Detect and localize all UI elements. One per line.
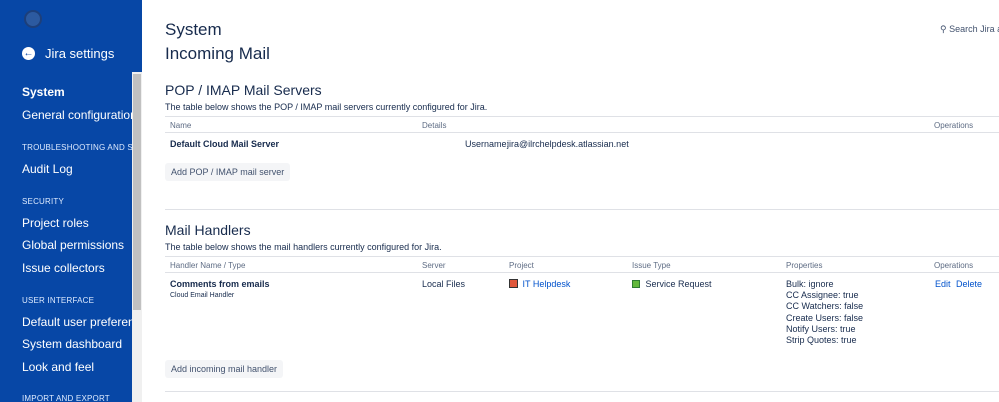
property-item: Notify Users: true [786,323,856,334]
pop-imap-description: The table below shows the POP / IMAP mai… [165,102,488,112]
sidebar-item-issue-collectors[interactable]: Issue collectors [22,261,105,275]
col-details: Details [422,121,447,130]
delete-handler-link[interactable]: Delete [956,279,982,289]
username-label: Username: [465,139,510,149]
project-cell: IT Helpdesk [509,279,570,289]
col-project: Project [509,261,534,270]
pop-imap-heading: POP / IMAP Mail Servers [165,82,322,98]
sidebar-section-troubleshooting: TROUBLESHOOTING AND SUPP... [22,143,142,152]
sidebar: ← Jira settings System General configura… [0,0,142,402]
col-operations: Operations [934,261,974,270]
project-link[interactable]: IT Helpdesk [523,279,571,289]
sidebar-item-default-user-preferences[interactable]: Default user preferences [22,315,142,329]
main-content: System Incoming Mail ⚲ Search Jira ad PO… [165,0,999,402]
handler-server: Local Files [422,279,466,289]
sidebar-scrollbar[interactable] [132,72,142,402]
sidebar-item-global-permissions[interactable]: Global permissions [22,238,124,252]
jira-logo-icon[interactable] [24,10,42,28]
mail-server-name: Default Cloud Mail Server [170,139,280,149]
col-name: Name [170,121,192,130]
sidebar-item-system[interactable]: System [22,85,65,99]
back-to-jira-settings[interactable]: ← Jira settings [22,46,114,61]
section-title: System [165,20,222,39]
property-item: CC Watchers: false [786,301,864,312]
add-incoming-mail-handler-button[interactable]: Add incoming mail handler [165,360,284,378]
edit-handler-link[interactable]: Edit [935,279,951,289]
divider [165,272,999,273]
sidebar-item-general-configuration[interactable]: General configuration [22,108,137,122]
sidebar-section-import-export: IMPORT AND EXPORT [22,394,110,402]
back-label: Jira settings [45,46,115,61]
property-item: CC Assignee: true [786,290,859,301]
col-issue-type: Issue Type [632,261,671,270]
divider [165,116,999,117]
sidebar-item-audit-log[interactable]: Audit Log [22,162,73,176]
handler-name: Comments from emails [170,279,270,289]
divider [165,132,999,133]
col-operations: Operations [934,121,974,130]
add-pop-imap-server-button[interactable]: Add POP / IMAP mail server [165,163,291,181]
service-request-icon [632,280,640,288]
col-server: Server [422,261,446,270]
search-placeholder: Search Jira ad [949,24,999,34]
project-avatar-icon [509,279,518,288]
property-item: Bulk: ignore [786,279,834,289]
sidebar-section-user-interface: USER INTERFACE [22,296,95,305]
sidebar-item-system-dashboard[interactable]: System dashboard [22,337,122,351]
col-properties: Properties [786,261,823,270]
sidebar-item-look-and-feel[interactable]: Look and feel [22,360,94,374]
arrow-left-icon: ← [22,47,35,60]
properties-list: Bulk: ignore CC Assignee: true CC Watche… [786,279,863,346]
property-item: Strip Quotes: true [786,335,857,346]
section-divider [165,209,999,210]
sidebar-scrollbar-thumb[interactable] [133,74,141,310]
search-icon: ⚲ [940,24,947,34]
section-divider [165,391,999,392]
page-title: Incoming Mail [165,44,270,63]
username-value: jira@ilrchelpdesk.atlassian.net [507,139,629,149]
search-box[interactable]: ⚲ Search Jira ad [940,24,999,35]
property-item: Create Users: false [786,312,864,323]
issue-type-cell: Service Request [632,279,712,289]
col-handler-name: Handler Name / Type [170,261,246,270]
divider [165,256,999,257]
mail-handlers-heading: Mail Handlers [165,222,251,238]
mail-handlers-description: The table below shows the mail handlers … [165,242,442,252]
handler-type: Cloud Email Handler [170,292,235,299]
issue-type-label: Service Request [645,279,712,289]
sidebar-item-project-roles[interactable]: Project roles [22,216,89,230]
sidebar-section-security: SECURITY [22,197,65,206]
